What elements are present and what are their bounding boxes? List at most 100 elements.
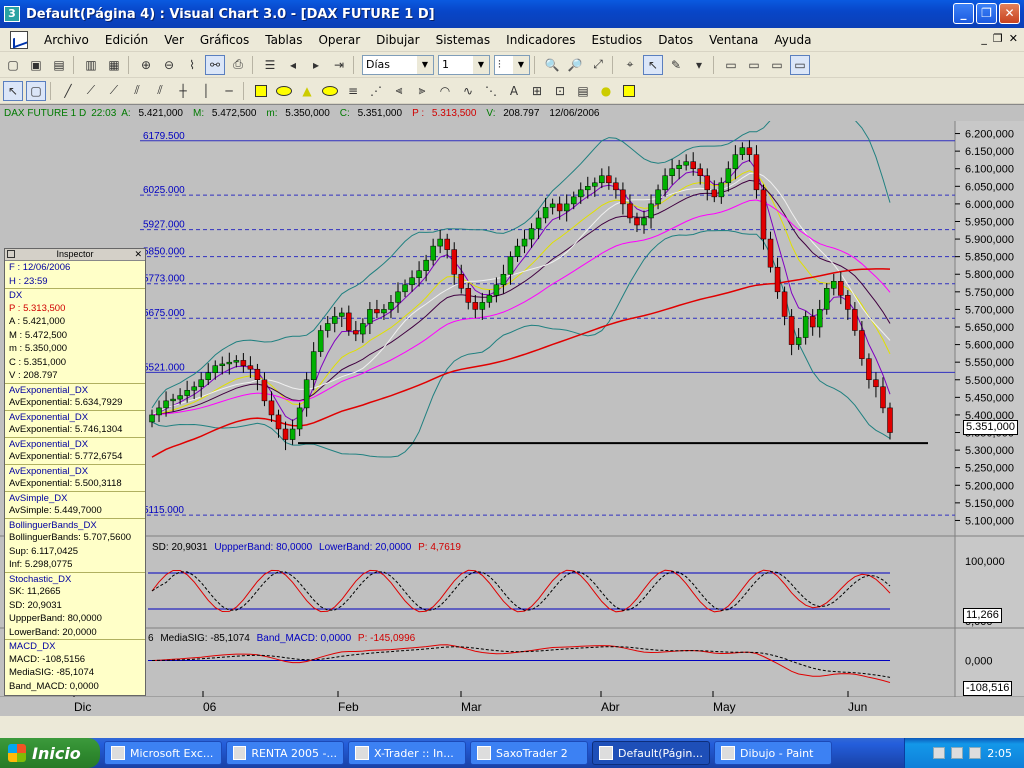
fibonacci-tool-icon[interactable]: ≡ <box>343 81 363 101</box>
color-pen-icon[interactable]: ✎ <box>666 55 686 75</box>
inspector-row: UppperBand: 80,0000 <box>9 613 102 624</box>
save-all-icon[interactable]: ▤ <box>49 55 69 75</box>
cursor-mode-icon[interactable]: ↖ <box>643 54 663 75</box>
pen-dropdown-icon[interactable]: ▾ <box>689 55 709 75</box>
inspector-row: V : 208.797 <box>9 370 58 381</box>
shape-tool-icon[interactable] <box>320 81 340 101</box>
candle-chart-icon[interactable]: ▦ <box>104 55 124 75</box>
period-select[interactable]: Días ▼ <box>362 54 434 75</box>
pointer-tool-icon[interactable]: ↖ <box>3 80 23 101</box>
window-layout-icon[interactable]: ▭ <box>721 55 741 75</box>
menu-operar[interactable]: Operar <box>310 33 368 47</box>
tray-network-icon[interactable] <box>933 747 946 759</box>
menu-dibujar[interactable]: Dibujar <box>368 33 427 47</box>
rectangle-tool-icon[interactable] <box>251 81 271 101</box>
marker-tool-icon[interactable] <box>619 81 639 101</box>
minimize-button[interactable]: _ <box>953 3 974 24</box>
candle-up <box>500 273 507 286</box>
mdi-minimize-icon[interactable]: _ <box>981 32 987 45</box>
crosshair-tool-icon[interactable]: ┼ <box>173 81 193 101</box>
bar-chart-icon[interactable]: ▥ <box>81 55 101 75</box>
task-saxotrader[interactable]: SaxoTrader 2 <box>470 741 588 765</box>
indicator-icon[interactable]: ⌇ <box>182 55 202 75</box>
window-active-icon[interactable]: ▭ <box>790 54 810 75</box>
gann-tool-icon[interactable]: ⫷ <box>389 81 409 101</box>
candle-up <box>732 154 739 169</box>
mdi-close-icon[interactable]: ✕ <box>1009 32 1018 45</box>
price-tick-label: 5.650,000 <box>965 322 1014 334</box>
vertical-line-tool-icon[interactable]: │ <box>196 81 216 101</box>
chart-type-select[interactable]: ⫶ ▼ <box>494 54 530 75</box>
horizontal-line-tool-icon[interactable]: ─ <box>219 81 239 101</box>
bulb-icon[interactable]: ● <box>596 81 616 101</box>
task-paint[interactable]: Dibujo - Paint <box>714 741 832 765</box>
window-tile-icon[interactable]: ▭ <box>744 55 764 75</box>
menu-ayuda[interactable]: Ayuda <box>766 33 819 47</box>
menu-ver[interactable]: Ver <box>156 33 192 47</box>
note-tool-icon[interactable]: ▤ <box>573 81 593 101</box>
link-icon[interactable]: ⚯ <box>205 54 225 75</box>
arc-tool-icon[interactable]: ◠ <box>435 81 455 101</box>
menu-indicadores[interactable]: Indicadores <box>498 33 583 47</box>
channel-tool-icon[interactable]: ⫽ <box>127 81 147 101</box>
tray-app-icon[interactable] <box>969 747 982 759</box>
arrow-scale-icon[interactable]: ⤢ <box>588 55 608 75</box>
properties-icon[interactable]: ☰ <box>260 55 280 75</box>
zoom-out-icon[interactable]: 🔍 <box>542 55 562 75</box>
cycles-tool-icon[interactable]: ∿ <box>458 81 478 101</box>
zoom-in-icon[interactable]: 🔎 <box>565 55 585 75</box>
ellipse-tool-icon[interactable] <box>274 81 294 101</box>
info-p-value: 5.313,500 <box>431 107 477 119</box>
pin-icon[interactable] <box>7 250 15 258</box>
menu-graficos[interactable]: Gráficos <box>192 33 257 47</box>
tray-volume-icon[interactable] <box>951 747 964 759</box>
menu-edicion[interactable]: Edición <box>97 33 156 47</box>
new-file-icon[interactable]: ▢ <box>3 55 23 75</box>
menu-tablas[interactable]: Tablas <box>257 33 310 47</box>
save-icon[interactable]: ▣ <box>26 55 46 75</box>
toolbar-separator <box>612 55 613 74</box>
parallel-tool-icon[interactable]: ⫽ <box>150 81 170 101</box>
stoch-upper-text: UppperBand: 80,0000 <box>214 542 312 553</box>
text-tool-icon[interactable]: A <box>504 81 524 101</box>
mdi-restore-icon[interactable]: ❐ <box>993 32 1003 45</box>
zoom-in-chart-icon[interactable]: ⊕ <box>136 55 156 75</box>
task-visualchart[interactable]: Default(Págin... <box>592 741 710 765</box>
inspector-header[interactable]: Inspector ✕ <box>5 249 145 261</box>
crosshair-icon[interactable]: ⌖ <box>620 55 640 75</box>
print-icon[interactable]: ⎙ <box>228 55 248 75</box>
menu-sistemas[interactable]: Sistemas <box>428 33 499 47</box>
task-excel[interactable]: Microsoft Exc... <box>104 741 222 765</box>
task-renta[interactable]: RENTA 2005 -... <box>226 741 344 765</box>
scroll-right-icon[interactable]: ▸ <box>306 55 326 75</box>
menu-estudios[interactable]: Estudios <box>583 33 650 47</box>
regression-tool-icon[interactable]: ⫸ <box>412 81 432 101</box>
fibonacci-fan-icon[interactable]: ⋰ <box>366 81 386 101</box>
zoom-out-chart-icon[interactable]: ⊖ <box>159 55 179 75</box>
triangle-tool-icon[interactable]: ▲ <box>297 81 317 101</box>
scroll-end-icon[interactable]: ⇥ <box>329 55 349 75</box>
inspector-panel[interactable]: Inspector ✕ F : 12/06/2006 H : 23:59 DX P :… <box>4 248 146 696</box>
window-cascade-icon[interactable]: ▭ <box>767 55 787 75</box>
menu-archivo[interactable]: Archivo <box>36 33 97 47</box>
document-icon[interactable] <box>10 30 28 49</box>
menu-datos[interactable]: Datos <box>650 33 701 47</box>
task-xtrader[interactable]: X-Trader :: In... <box>348 741 466 765</box>
close-icon[interactable]: ✕ <box>134 249 142 260</box>
magnifier-tool-icon[interactable]: ⊡ <box>550 81 570 101</box>
ray-tool-icon[interactable]: ⟋ <box>81 81 101 101</box>
price-chart[interactable]: 6179.500 6025.000 5927.000 5850.000 5773.000… <box>0 121 1024 697</box>
close-button[interactable]: ✕ <box>999 3 1020 24</box>
speed-lines-icon[interactable]: ⋱ <box>481 81 501 101</box>
line-tool-icon[interactable]: ╱ <box>58 81 78 101</box>
extended-line-tool-icon[interactable]: ⟋ <box>104 81 124 101</box>
grid-tool-icon[interactable]: ⊞ <box>527 81 547 101</box>
menu-ventana[interactable]: Ventana <box>701 33 766 47</box>
select-rect-tool-icon[interactable]: ▢ <box>26 80 46 101</box>
interval-select[interactable]: 1 ▼ <box>438 54 490 75</box>
candle-up <box>423 259 429 271</box>
xtrader-icon <box>355 746 369 760</box>
maximize-button[interactable]: ❐ <box>976 3 997 24</box>
scroll-left-icon[interactable]: ◂ <box>283 55 303 75</box>
start-button[interactable]: Inicio <box>0 738 100 768</box>
